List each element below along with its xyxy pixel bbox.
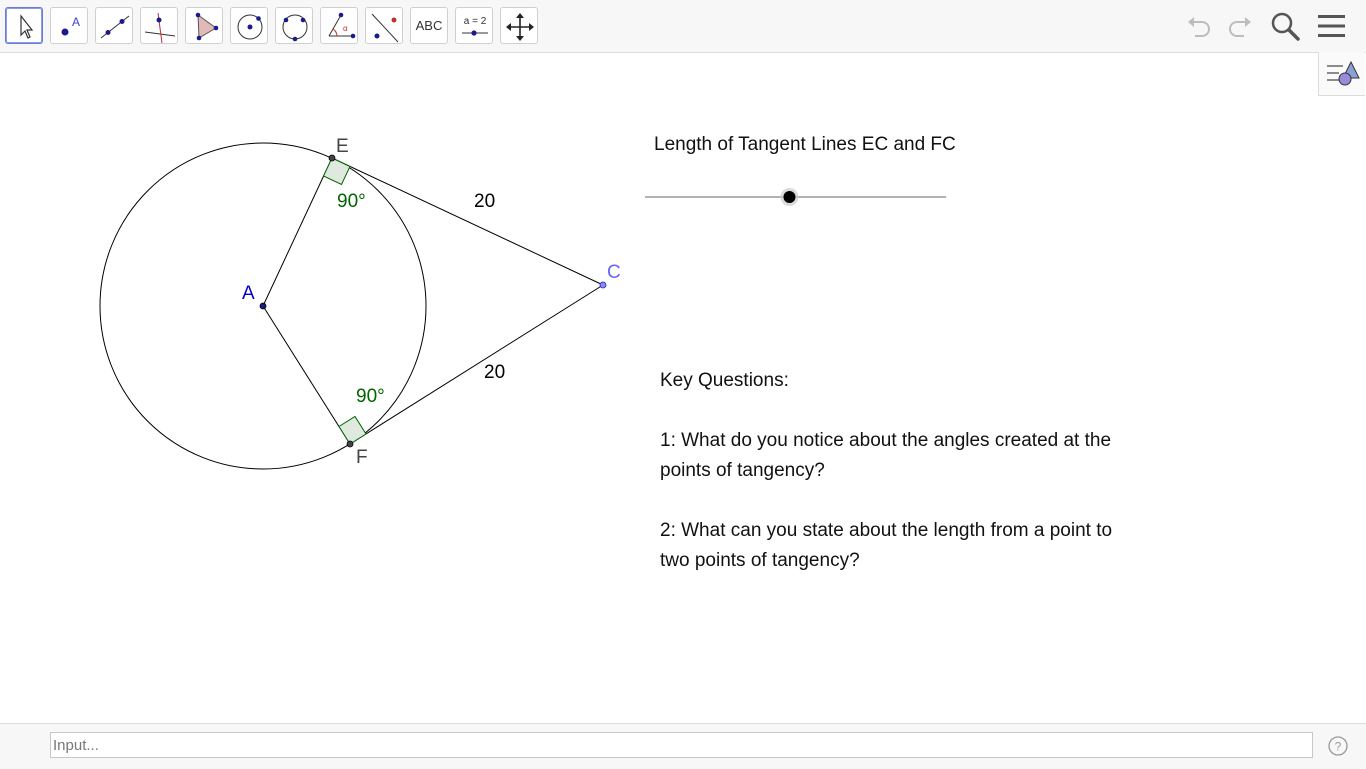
slider-tool-label: a = 2: [464, 16, 487, 27]
angle-label-e: 90°: [337, 191, 366, 212]
angle-tool-button[interactable]: α: [320, 7, 358, 44]
circle-three-points-tool-button[interactable]: [275, 7, 313, 44]
tangent-fc[interactable]: [349, 284, 604, 445]
point-tool-button[interactable]: A: [50, 7, 88, 44]
questions-heading: Key Questions:: [660, 370, 789, 391]
slider-tool-button[interactable]: a = 2: [455, 7, 493, 44]
angle-label-f: 90°: [356, 386, 385, 407]
point-icon: A: [61, 15, 80, 36]
help-icon[interactable]: ?: [1328, 736, 1348, 756]
slider-title: Length of Tangent Lines EC and FC: [654, 134, 956, 155]
reflect-tool-button[interactable]: [365, 7, 403, 44]
point-f[interactable]: [346, 440, 354, 448]
slider-icon: a = 2: [462, 16, 488, 36]
search-icon[interactable]: [1267, 8, 1303, 44]
polygon-icon: [195, 12, 219, 41]
circle-icon: [237, 14, 263, 40]
undo-icon[interactable]: [1183, 8, 1219, 44]
arrow-cursor-icon: [20, 14, 34, 39]
svg-text:α: α: [343, 24, 348, 33]
polygon-tool-button[interactable]: [185, 7, 223, 44]
svg-text:A: A: [72, 15, 80, 29]
move-tool-button[interactable]: [5, 7, 43, 44]
point-label-e: E: [336, 136, 349, 157]
segment-label-fc: 20: [484, 362, 505, 383]
point-c[interactable]: [599, 281, 607, 289]
segment-af[interactable]: [262, 305, 351, 445]
point-e[interactable]: [328, 154, 336, 162]
line-tool-button[interactable]: [95, 7, 133, 44]
point-a[interactable]: [259, 302, 267, 310]
algebra-input[interactable]: [50, 732, 1313, 758]
toolbar: A α ABC a = 2: [0, 0, 1366, 53]
perpendicular-line-tool-button[interactable]: [140, 7, 178, 44]
menu-icon[interactable]: [1314, 8, 1350, 44]
reflect-icon: [371, 13, 399, 43]
right-angle-marker-e: [322, 157, 351, 186]
question-1: 1: What do you notice about the angles c…: [660, 430, 1112, 481]
circle-three-points-icon: [282, 14, 308, 42]
redo-icon[interactable]: [1220, 8, 1256, 44]
input-bar: ?: [0, 723, 1366, 769]
perpendicular-icon: [144, 12, 176, 44]
text-tool-button[interactable]: ABC: [410, 7, 448, 44]
text-tool-label: ABC: [415, 18, 443, 33]
segment-ae[interactable]: [262, 157, 333, 307]
question-2: 2: What can you state about the length f…: [660, 520, 1113, 571]
segment-label-ec: 20: [474, 191, 495, 212]
point-label-a: A: [242, 283, 255, 304]
circle-center-point-tool-button[interactable]: [230, 7, 268, 44]
right-angle-marker-f: [338, 415, 367, 445]
svg-text:?: ?: [1335, 740, 1342, 754]
line-icon: [100, 15, 130, 39]
move-view-icon: [506, 13, 534, 41]
graphics-view[interactable]: 90° 90° 20 20 A E F C Length of Tangent …: [0, 53, 1366, 723]
key-questions: Key Questions: 1: What do you notice abo…: [660, 366, 1120, 576]
move-graphics-view-tool-button[interactable]: [500, 7, 538, 44]
point-label-c: C: [607, 262, 621, 283]
angle-icon: α: [328, 12, 356, 39]
point-label-f: F: [356, 447, 368, 468]
slider-knob[interactable]: [780, 188, 799, 206]
tangent-ec[interactable]: [331, 157, 604, 286]
